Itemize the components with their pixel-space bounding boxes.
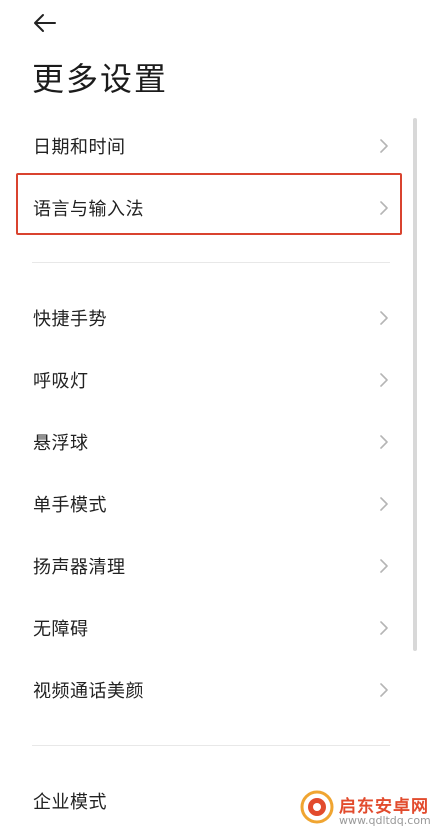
section-divider — [32, 262, 390, 263]
chevron-right-icon — [380, 139, 388, 153]
arrow-left-icon — [34, 14, 56, 32]
chevron-right-icon — [380, 373, 388, 387]
settings-item-speaker-cleaning[interactable]: 扬声器清理 — [0, 538, 431, 594]
watermark: 启东安卓网 www.qdltdq.com — [296, 784, 431, 832]
settings-item-label: 企业模式 — [33, 792, 107, 813]
chevron-right-icon — [380, 621, 388, 635]
page-title: 更多设置 — [32, 60, 169, 98]
settings-item-language-input[interactable]: 语言与输入法 — [0, 180, 431, 236]
settings-item-label: 语言与输入法 — [33, 199, 144, 220]
watermark-url: www.qdltdq.com — [339, 814, 431, 827]
settings-item-video-call-beauty[interactable]: 视频通话美颜 — [0, 662, 431, 718]
settings-item-label: 单手模式 — [33, 495, 107, 516]
settings-item-label: 呼吸灯 — [33, 371, 89, 392]
settings-item-label: 快捷手势 — [33, 309, 107, 330]
back-button[interactable] — [30, 8, 60, 38]
settings-item-label: 无障碍 — [33, 619, 89, 640]
settings-item-label: 悬浮球 — [33, 433, 89, 454]
logo-icon — [300, 790, 334, 824]
settings-item-label: 扬声器清理 — [33, 557, 126, 578]
settings-item-notification-light[interactable]: 呼吸灯 — [0, 352, 431, 408]
settings-item-one-handed-mode[interactable]: 单手模式 — [0, 476, 431, 532]
settings-item-label: 视频通话美颜 — [33, 681, 144, 702]
settings-item-label: 日期和时间 — [33, 137, 126, 158]
settings-item-quick-gestures[interactable]: 快捷手势 — [0, 290, 431, 346]
settings-item-floating-ball[interactable]: 悬浮球 — [0, 414, 431, 470]
chevron-right-icon — [380, 201, 388, 215]
settings-item-date-time[interactable]: 日期和时间 — [0, 118, 431, 174]
scrollbar[interactable] — [413, 118, 417, 651]
chevron-right-icon — [380, 683, 388, 697]
chevron-right-icon — [380, 435, 388, 449]
chevron-right-icon — [380, 559, 388, 573]
settings-item-accessibility[interactable]: 无障碍 — [0, 600, 431, 656]
chevron-right-icon — [380, 497, 388, 511]
section-divider — [32, 745, 390, 746]
chevron-right-icon — [380, 311, 388, 325]
